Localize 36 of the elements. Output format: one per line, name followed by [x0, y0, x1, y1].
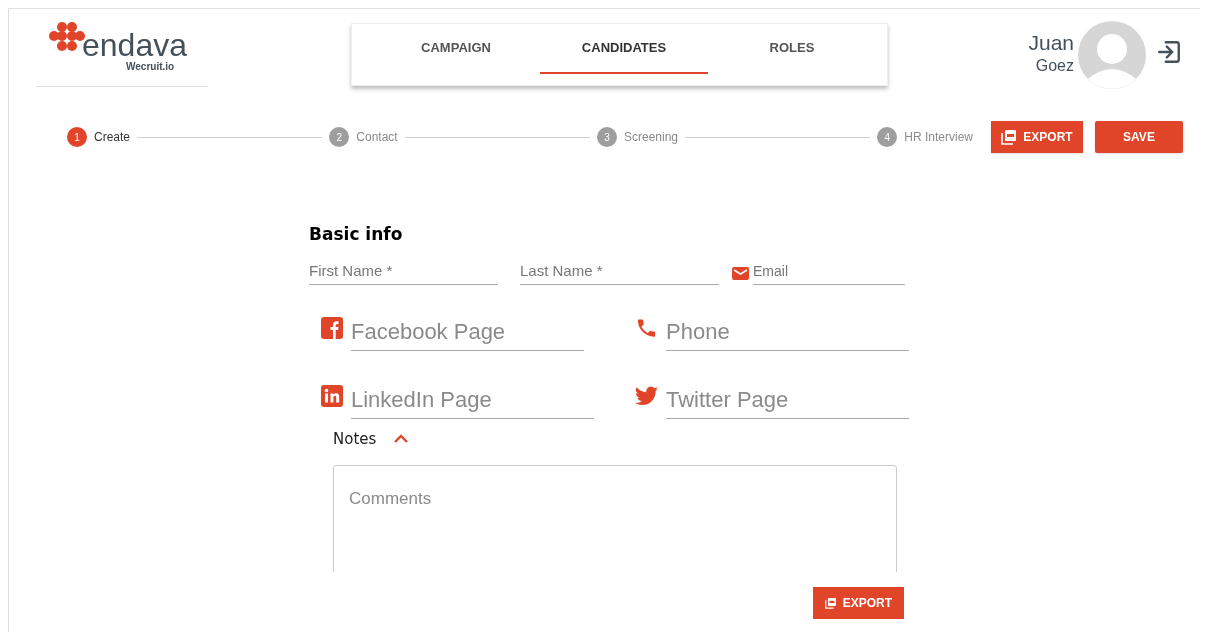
nav-tab[interactable]: ROLES: [708, 32, 876, 74]
user-first-name: Juan: [1028, 31, 1074, 55]
facebook-icon: [321, 317, 343, 339]
step-label: HR Interview: [904, 129, 973, 146]
product-name: Wecruit.io: [126, 61, 175, 73]
text-field[interactable]: Facebook Page: [351, 313, 584, 351]
chevron-icon[interactable]: [394, 434, 409, 444]
pdf-icon: [1001, 129, 1018, 145]
step-label: Screening: [624, 129, 679, 146]
nav-tab[interactable]: CANDIDATES: [540, 32, 708, 74]
text-field[interactable]: Phone: [666, 313, 909, 351]
logo-wordmark: endava: [82, 29, 187, 61]
text-field[interactable]: Last Name *: [520, 257, 719, 285]
export-button[interactable]: EXPORT: [813, 587, 904, 619]
step-number: 2: [329, 127, 350, 147]
step-label: Contact: [356, 129, 398, 146]
avatar-icon: [1078, 21, 1146, 89]
mail-icon: [732, 267, 749, 280]
nav-tab[interactable]: CAMPAIGN: [372, 32, 540, 74]
text-field[interactable]: First Name *: [309, 257, 498, 285]
bird-icon: [635, 385, 658, 407]
save-button[interactable]: SAVE: [1095, 121, 1183, 153]
step-number: 1: [67, 127, 87, 147]
text-field[interactable]: Email: [753, 257, 905, 285]
text-field[interactable]: LinkedIn Page: [351, 381, 594, 419]
text-field[interactable]: Twitter Page: [666, 381, 909, 419]
step-label: Create: [94, 129, 131, 146]
step-number: 4: [877, 127, 898, 147]
section-title: Basic info: [309, 223, 404, 245]
notes-label: Notes: [333, 428, 377, 450]
step-number: 3: [597, 127, 617, 147]
linkedin-icon: [321, 385, 343, 407]
pdf-icon: [825, 595, 837, 611]
logout-icon[interactable]: [1156, 39, 1182, 65]
user-last-name: Goez: [1035, 56, 1074, 76]
export-button[interactable]: EXPORT: [991, 121, 1083, 153]
